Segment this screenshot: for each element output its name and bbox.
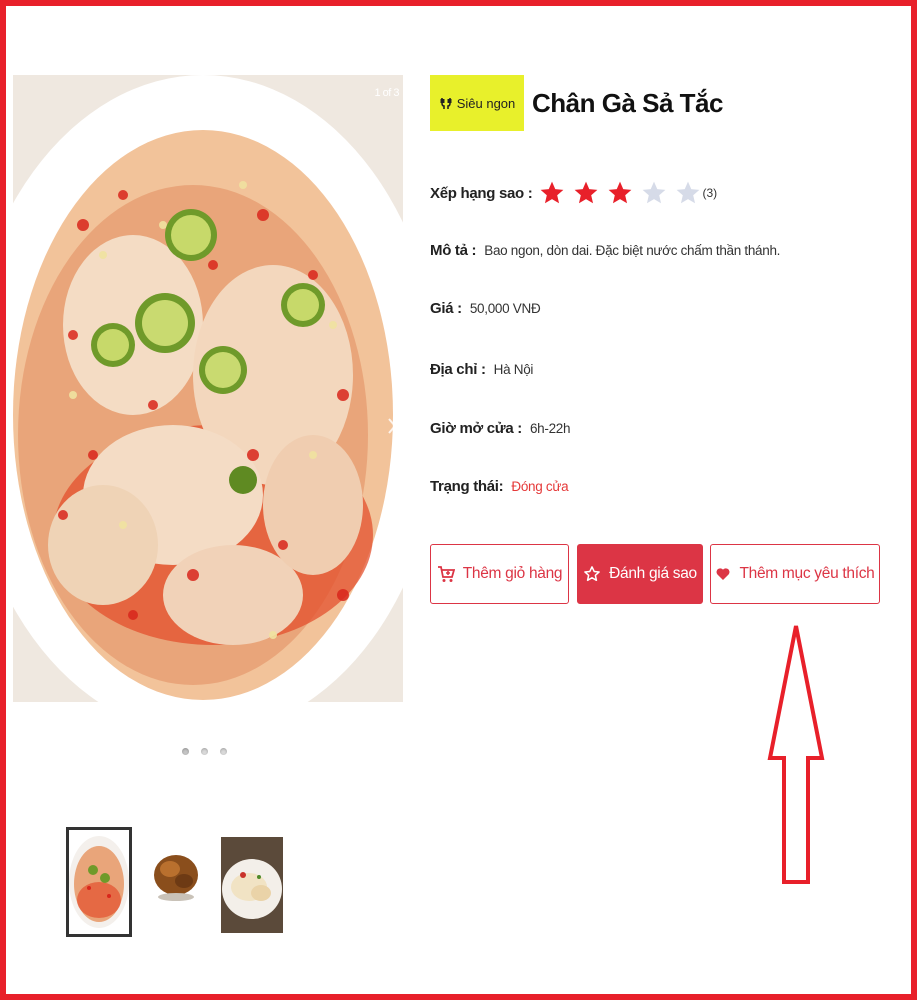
- star-filled-icon[interactable]: [539, 180, 565, 206]
- thumbnail-boiled-chicken[interactable]: [221, 837, 283, 933]
- star-rating[interactable]: [539, 180, 709, 206]
- description-value: Bao ngon, dòn dai. Đặc biệt nước chấm th…: [484, 243, 781, 258]
- address-row: Địa chỉ : Hà Nội: [430, 361, 533, 378]
- glasses-icon: [440, 98, 452, 109]
- rate-button[interactable]: Đánh giá sao: [577, 544, 703, 604]
- thumbnail-roast-chicken[interactable]: [146, 823, 206, 931]
- address-value: Hà Nội: [493, 362, 534, 377]
- thumbnail-chan-ga-sa-tac[interactable]: [66, 827, 132, 937]
- add-to-cart-button[interactable]: Thêm giỏ hàng: [430, 544, 569, 604]
- cart-plus-icon: [437, 566, 455, 582]
- carousel-dot[interactable]: [182, 748, 189, 755]
- price-row: Giá : 50,000 VNĐ: [430, 300, 541, 317]
- annotation-arrow-up: [767, 625, 825, 884]
- add-to-favorites-button[interactable]: Thêm mục yêu thích: [710, 544, 880, 604]
- description-row: Mô tả : Bao ngon, dòn dai. Đặc biệt nước…: [430, 242, 780, 259]
- add-to-cart-label: Thêm giỏ hàng: [462, 565, 563, 582]
- rating-count: (3): [702, 186, 718, 200]
- product-title: Chân Gà Sả Tắc: [532, 88, 723, 118]
- hours-value: 6h-22h: [529, 421, 571, 436]
- carousel-dot[interactable]: [201, 748, 208, 755]
- hours-row: Giờ mở cửa : 6h-22h: [430, 420, 571, 437]
- price-label: Giá :: [430, 300, 462, 317]
- star-outline-icon: [584, 566, 600, 582]
- image-counter: 1 of 3: [374, 87, 399, 99]
- rating-label: Xếp hạng sao :: [430, 184, 533, 202]
- badge-label: Siêu ngon: [456, 95, 516, 111]
- address-label: Địa chỉ :: [430, 361, 486, 378]
- hours-label: Giờ mở cửa :: [430, 420, 522, 437]
- rate-label: Đánh giá sao: [609, 565, 697, 582]
- status-label: Trạng thái:: [430, 478, 504, 495]
- add-to-favorites-label: Thêm mục yêu thích: [739, 565, 875, 582]
- food-photo: [13, 75, 403, 702]
- product-main-image[interactable]: 1 of 3: [13, 75, 403, 702]
- description-label: Mô tả :: [430, 242, 477, 259]
- carousel-dot[interactable]: [220, 748, 227, 755]
- chevron-right-icon[interactable]: [387, 417, 397, 435]
- status-row: Trạng thái: Đóng cửa: [430, 478, 569, 495]
- star-empty-icon[interactable]: [675, 180, 701, 206]
- status-value: Đóng cửa: [511, 479, 569, 494]
- carousel-dots: [182, 748, 227, 755]
- star-empty-icon[interactable]: [641, 180, 667, 206]
- star-filled-icon[interactable]: [607, 180, 633, 206]
- heart-icon: [716, 568, 730, 580]
- quality-badge: Siêu ngon: [430, 75, 524, 131]
- rating-row: Xếp hạng sao : (3): [430, 180, 717, 206]
- price-value: 50,000 VNĐ: [469, 301, 541, 316]
- star-filled-icon[interactable]: [573, 180, 599, 206]
